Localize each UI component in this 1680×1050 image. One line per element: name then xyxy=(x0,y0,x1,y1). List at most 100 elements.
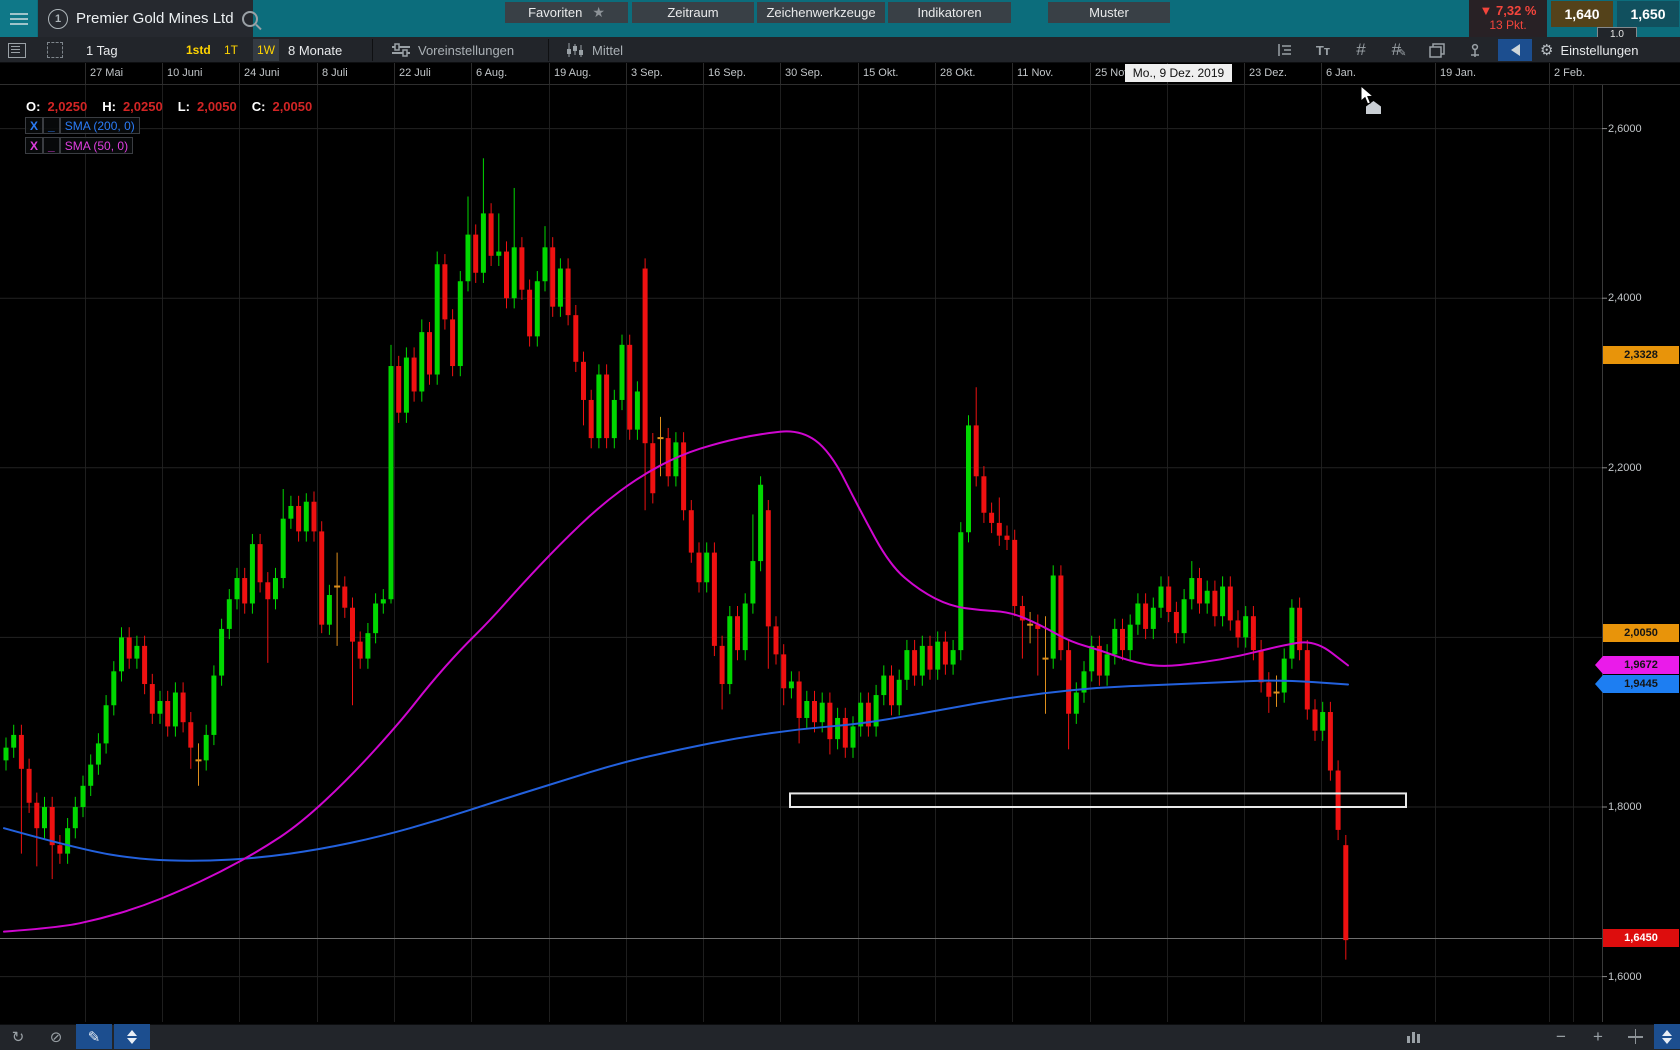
candle-body[interactable] xyxy=(27,769,32,803)
candle-body[interactable] xyxy=(419,332,424,391)
candle-body[interactable] xyxy=(712,553,717,646)
mean-button[interactable]: Mittel xyxy=(566,39,623,61)
chart-style-button[interactable] xyxy=(1395,1024,1431,1049)
candle-body[interactable] xyxy=(512,247,517,298)
candle-body[interactable] xyxy=(389,366,394,599)
draw-mode-button[interactable]: ✎ xyxy=(76,1024,112,1049)
candle-body[interactable] xyxy=(589,400,594,438)
candle-body[interactable] xyxy=(211,676,216,735)
candle-body[interactable] xyxy=(958,532,963,650)
menu-button[interactable] xyxy=(0,0,37,37)
magnet-sort-button[interactable] xyxy=(114,1024,150,1049)
chart-area[interactable] xyxy=(0,85,1680,1022)
candle-body[interactable] xyxy=(188,722,193,747)
candle-body[interactable] xyxy=(404,358,409,413)
grid-settings-button[interactable]: # xyxy=(1346,39,1376,61)
candle-body[interactable] xyxy=(897,680,902,705)
candle-body[interactable] xyxy=(504,252,509,299)
autoscale-button[interactable] xyxy=(1654,1024,1680,1049)
candle-body[interactable] xyxy=(573,315,578,362)
candle-body[interactable] xyxy=(943,642,948,665)
candle-body[interactable] xyxy=(827,703,832,739)
candle-body[interactable] xyxy=(904,650,909,680)
candle-body[interactable] xyxy=(319,531,324,624)
candle-body[interactable] xyxy=(1112,629,1117,654)
candle-body[interactable] xyxy=(558,269,563,307)
candle-body[interactable] xyxy=(766,510,771,626)
candle-body[interactable] xyxy=(743,603,748,650)
candle-body[interactable] xyxy=(620,345,625,400)
candle-body[interactable] xyxy=(997,523,1002,536)
candle-body[interactable] xyxy=(889,676,894,706)
candle-body[interactable] xyxy=(458,281,463,366)
candle-body[interactable] xyxy=(1074,693,1079,714)
candle-body[interactable] xyxy=(1336,771,1341,830)
candle-body[interactable] xyxy=(281,519,286,578)
candle-body[interactable] xyxy=(65,828,70,853)
candle-body[interactable] xyxy=(104,705,109,743)
sma50-remove-button[interactable]: X xyxy=(25,137,43,154)
candle-body[interactable] xyxy=(34,803,39,828)
tf-1std-button[interactable]: 1std xyxy=(186,39,211,61)
range-dropdown[interactable]: 8 Monate xyxy=(288,39,342,61)
candle-body[interactable] xyxy=(758,485,763,561)
candle-body[interactable] xyxy=(1120,629,1125,650)
collapse-panel-button[interactable] xyxy=(1498,39,1532,61)
candle-body[interactable] xyxy=(1313,709,1318,730)
ask-button[interactable]: 1,650 xyxy=(1617,1,1679,27)
date-axis[interactable]: 27 Mai10 Juni24 Juni8 Juli22 Juli6 Aug.1… xyxy=(0,63,1680,85)
candle-body[interactable] xyxy=(1251,616,1256,650)
candle-body[interactable] xyxy=(381,599,386,603)
candle-body[interactable] xyxy=(774,626,779,654)
candle-body[interactable] xyxy=(1236,620,1241,637)
favorites-button[interactable]: Favoriten ★ xyxy=(505,2,628,23)
candle-body[interactable] xyxy=(173,693,178,727)
candle-body[interactable] xyxy=(342,587,347,608)
candle-body[interactable] xyxy=(1197,578,1202,603)
candle-body[interactable] xyxy=(635,391,640,429)
candle-body[interactable] xyxy=(666,438,671,476)
candle-body[interactable] xyxy=(1159,587,1164,608)
candle-body[interactable] xyxy=(235,578,240,599)
candle-body[interactable] xyxy=(396,366,401,413)
crosshair-button[interactable] xyxy=(1617,1024,1653,1049)
candle-body[interactable] xyxy=(912,650,917,675)
candle-body[interactable] xyxy=(820,703,825,723)
candle-body[interactable] xyxy=(1005,536,1010,540)
candle-body[interactable] xyxy=(427,332,432,374)
candle-body[interactable] xyxy=(797,681,802,717)
presets-button[interactable]: Voreinstellungen xyxy=(392,39,514,61)
candle-body[interactable] xyxy=(1174,612,1179,633)
candle-body[interactable] xyxy=(543,247,548,281)
indicators-button[interactable]: Indikatoren xyxy=(888,2,1011,23)
candle-body[interactable] xyxy=(951,650,956,664)
candle-body[interactable] xyxy=(720,646,725,684)
text-tool-button[interactable]: Tᴛ xyxy=(1308,39,1338,61)
candle-body[interactable] xyxy=(227,599,232,629)
tf-1w-button[interactable]: 1W xyxy=(253,39,279,61)
candle-body[interactable] xyxy=(1228,587,1233,621)
candle-body[interactable] xyxy=(581,362,586,400)
candle-body[interactable] xyxy=(142,646,147,684)
candle-body[interactable] xyxy=(42,807,47,828)
candle-body[interactable] xyxy=(81,786,86,807)
candle-body[interactable] xyxy=(481,213,486,272)
patterns-button[interactable]: Muster xyxy=(1048,2,1170,23)
candle-body[interactable] xyxy=(735,616,740,650)
candle-body[interactable] xyxy=(1166,587,1171,612)
axis-scale-button[interactable] xyxy=(1270,39,1300,61)
candle-body[interactable] xyxy=(689,510,694,552)
candle-body[interactable] xyxy=(11,735,16,748)
anchor-button[interactable] xyxy=(1460,39,1490,61)
candle-body[interactable] xyxy=(466,235,471,282)
candle-body[interactable] xyxy=(73,807,78,828)
candle-body[interactable] xyxy=(928,646,933,670)
candle-body[interactable] xyxy=(881,676,886,696)
candle-body[interactable] xyxy=(527,290,532,337)
candle-body[interactable] xyxy=(1259,650,1264,682)
candle-body[interactable] xyxy=(350,608,355,642)
settings-button[interactable]: ⚙ Einstellungen xyxy=(1540,39,1639,61)
candle-body[interactable] xyxy=(804,701,809,718)
candle-body[interactable] xyxy=(1105,654,1110,675)
candle-body[interactable] xyxy=(1128,625,1133,650)
